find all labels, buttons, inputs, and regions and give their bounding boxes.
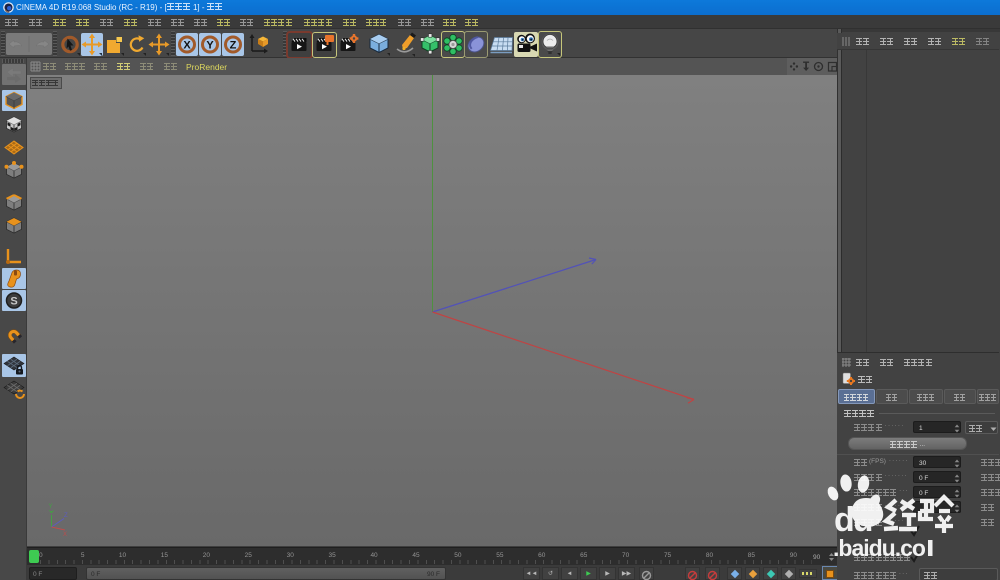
svg-text:.baidu.co: .baidu.co: [833, 535, 926, 561]
svg-text:S: S: [10, 296, 17, 308]
svg-text:Z: Z: [64, 513, 68, 519]
svg-text:X: X: [63, 532, 67, 538]
svg-text:Y: Y: [49, 504, 53, 510]
svg-text:du: du: [834, 501, 872, 539]
svg-text:X: X: [183, 39, 191, 51]
svg-text:Z: Z: [230, 39, 237, 51]
svg-text:Y: Y: [206, 39, 214, 51]
